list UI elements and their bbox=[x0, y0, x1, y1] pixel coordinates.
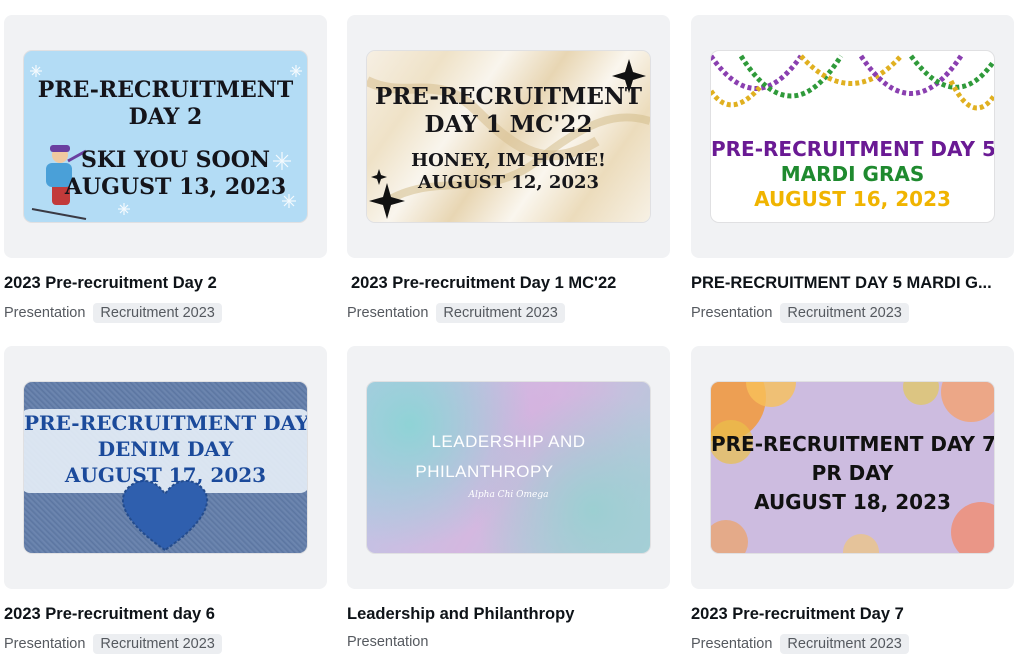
design-type: Presentation bbox=[4, 636, 86, 652]
slide-line: AUGUST 13, 2023 bbox=[64, 174, 287, 200]
card-thumbnail[interactable]: LEADERSHIP AND PHILANTHROPY Alpha Chi Om… bbox=[347, 346, 670, 589]
card-thumbnail[interactable]: PRE-RECRUITMENT DAY 5 MARDI GRAS AUGUST … bbox=[691, 15, 1014, 258]
slide-line: HONEY, IM HOME! bbox=[411, 150, 606, 171]
slide-preview: PRE-RECRUITMENT DAY 7 PR DAY AUGUST 18, … bbox=[711, 382, 994, 553]
card-meta: Presentation Recruitment 2023 bbox=[691, 303, 909, 323]
folder-tag[interactable]: Recruitment 2023 bbox=[93, 634, 222, 654]
design-type: Presentation bbox=[347, 305, 429, 321]
card-title[interactable]: PRE-RECRUITMENT DAY 5 MARDI G... bbox=[691, 274, 1011, 293]
design-type: Presentation bbox=[347, 634, 429, 650]
slide-line: AUGUST 16, 2023 bbox=[754, 187, 951, 211]
card-thumbnail[interactable]: PRE-RECRUITMENT DAY 1 MC'22 HONEY, IM HO… bbox=[347, 15, 670, 258]
slide-line: PHILANTHROPY bbox=[415, 462, 554, 481]
card-title[interactable]: 2023 Pre-recruitment day 6 bbox=[4, 605, 324, 624]
card-title[interactable]: 2023 Pre-recruitment Day 2 bbox=[4, 274, 324, 293]
card-thumbnail[interactable]: PRE-RECRUITMENT DAY 6 DENIM DAY AUGUST 1… bbox=[4, 346, 327, 589]
slide-line: MARDI GRAS bbox=[780, 162, 925, 186]
slide-preview: LEADERSHIP AND PHILANTHROPY Alpha Chi Om… bbox=[367, 382, 650, 553]
card-meta: Presentation bbox=[347, 634, 428, 650]
folder-tag[interactable]: Recruitment 2023 bbox=[436, 303, 565, 323]
slide-line: PR DAY bbox=[811, 461, 894, 485]
slide-line: PRE-RECRUITMENT DAY 7 bbox=[711, 432, 994, 456]
folder-tag[interactable]: Recruitment 2023 bbox=[780, 303, 909, 323]
card-meta: Presentation Recruitment 2023 bbox=[4, 634, 222, 654]
design-type: Presentation bbox=[4, 305, 86, 321]
slide-line: LEADERSHIP AND bbox=[431, 432, 586, 451]
design-type: Presentation bbox=[691, 305, 773, 321]
card-title[interactable]: Leadership and Philanthropy bbox=[347, 605, 667, 624]
design-type: Presentation bbox=[691, 636, 773, 652]
card-thumbnail[interactable]: PRE-RECRUITMENT DAY 7 PR DAY AUGUST 18, … bbox=[691, 346, 1014, 589]
slide-line: AUGUST 17, 2023 bbox=[64, 463, 267, 487]
folder-tag[interactable]: Recruitment 2023 bbox=[93, 303, 222, 323]
slide-line: DAY 1 MC'22 bbox=[424, 111, 593, 138]
slide-line: AUGUST 18, 2023 bbox=[754, 490, 951, 514]
slide-line: SKI YOU SOON bbox=[81, 147, 270, 173]
signature-text: Alpha Chi Omega bbox=[468, 490, 549, 500]
folder-tag[interactable]: Recruitment 2023 bbox=[780, 634, 909, 654]
slide-preview: PRE-RECRUITMENT DAY 2 SKI YOU SOON AUGUS… bbox=[24, 51, 307, 222]
slide-preview: PRE-RECRUITMENT DAY 1 MC'22 HONEY, IM HO… bbox=[367, 51, 650, 222]
slide-line: DAY 2 bbox=[128, 104, 203, 130]
slide-preview: PRE-RECRUITMENT DAY 6 DENIM DAY AUGUST 1… bbox=[24, 382, 307, 553]
card-thumbnail[interactable]: PRE-RECRUITMENT DAY 2 SKI YOU SOON AUGUS… bbox=[4, 15, 327, 258]
slide-line: AUGUST 12, 2023 bbox=[417, 172, 600, 193]
card-title[interactable]: 2023 Pre-recruitment Day 7 bbox=[691, 605, 1011, 624]
slide-line: PRE-RECRUITMENT bbox=[37, 77, 294, 103]
card-meta: Presentation Recruitment 2023 bbox=[691, 634, 909, 654]
card-title[interactable]: 2023 Pre-recruitment Day 1 MC'22 bbox=[351, 274, 671, 293]
slide-line: PRE-RECRUITMENT DAY 5 bbox=[711, 137, 994, 161]
slide-line: PRE-RECRUITMENT DAY 6 bbox=[24, 411, 307, 435]
slide-line: PRE-RECRUITMENT bbox=[374, 83, 643, 110]
card-meta: Presentation Recruitment 2023 bbox=[4, 303, 222, 323]
card-meta: Presentation Recruitment 2023 bbox=[347, 303, 565, 323]
slide-preview: PRE-RECRUITMENT DAY 5 MARDI GRAS AUGUST … bbox=[711, 51, 994, 222]
slide-line: DENIM DAY bbox=[97, 437, 234, 461]
